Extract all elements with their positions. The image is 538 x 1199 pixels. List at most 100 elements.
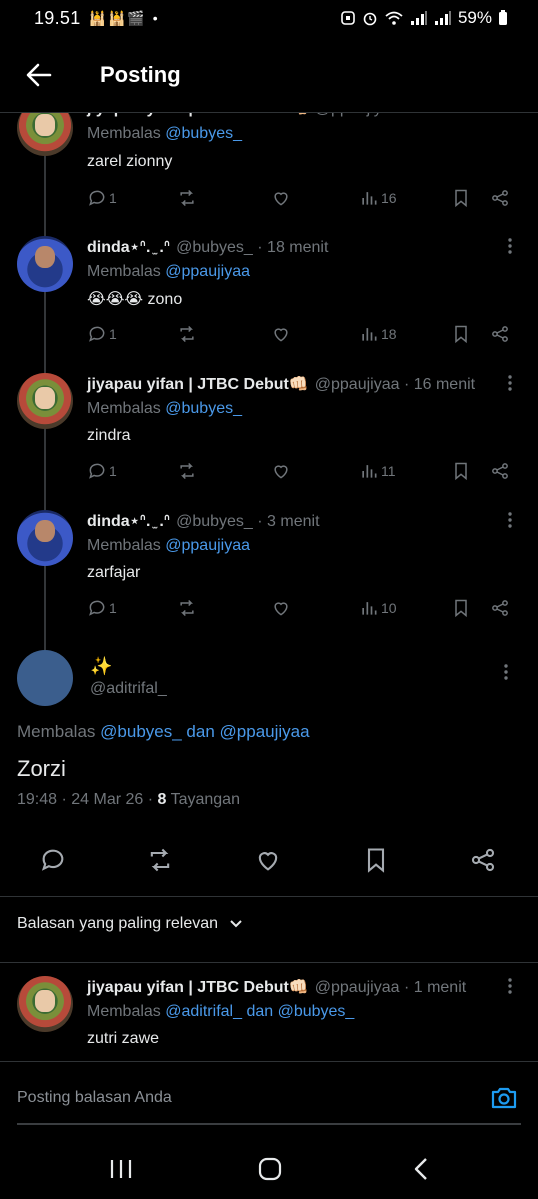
like-icon	[258, 852, 278, 871]
mention-link[interactable]: @bubyes_	[100, 722, 182, 741]
reply-conjunction: dan	[246, 1003, 274, 1020]
bookmark-icon	[455, 462, 467, 481]
reply-prefix: Membalas	[87, 537, 161, 554]
bookmark-button[interactable]	[451, 459, 471, 483]
author-name[interactable]: jiyapau yifan | JTBC Debut👊🏻	[87, 979, 309, 996]
back-button[interactable]	[24, 60, 54, 90]
sort-replies-dropdown[interactable]: Balasan yang paling relevan	[17, 915, 244, 933]
chevron-down-icon	[230, 920, 242, 928]
more-button[interactable]	[504, 512, 516, 531]
post-text: 😭😭😭 zono	[87, 291, 183, 308]
bookmark-button[interactable]	[451, 186, 471, 210]
like-button[interactable]	[271, 459, 291, 483]
author-handle: @bubyes_ · 3 menit	[176, 513, 320, 530]
bookmark-button[interactable]	[362, 846, 392, 876]
reply-conjunction: dan	[186, 722, 215, 741]
author-name[interactable]: jiyapau yifan | JTBC Debut👊🏻	[87, 376, 309, 393]
repost-button[interactable]	[177, 322, 197, 346]
reply-button[interactable]	[39, 846, 69, 876]
views-button[interactable]: 11	[359, 459, 396, 483]
more-button[interactable]	[504, 978, 516, 997]
repost-button[interactable]	[177, 186, 197, 210]
camera-icon	[491, 1087, 517, 1109]
like-icon	[274, 465, 288, 479]
share-button[interactable]	[469, 846, 499, 876]
camera-button[interactable]	[490, 1084, 518, 1112]
reply-button[interactable]: 1	[87, 322, 117, 346]
like-button[interactable]	[271, 186, 291, 210]
post-actions: 1 11	[87, 459, 517, 483]
avatar[interactable]	[17, 976, 73, 1032]
bookmark-button[interactable]	[451, 596, 471, 620]
post-text: zarel zionny	[87, 153, 173, 170]
post-timestamp: 19:48 · 24 Mar 26 ·	[17, 791, 158, 808]
back-nav-button[interactable]	[406, 1154, 436, 1184]
like-button[interactable]	[271, 322, 291, 346]
reply-prefix: Membalas	[87, 1003, 161, 1020]
lock-icon	[341, 11, 355, 25]
more-button[interactable]	[504, 375, 516, 394]
main-avatar[interactable]	[17, 650, 73, 706]
mention-link[interactable]: @ppaujiyaa	[165, 263, 250, 280]
bookmark-button[interactable]	[451, 322, 471, 346]
mention-link[interactable]: @bubyes_	[278, 1003, 355, 1020]
author-name[interactable]: dinda⋆ᐢ. ̫ .ᐢ	[87, 239, 170, 256]
share-icon	[492, 600, 508, 616]
home-button[interactable]	[255, 1154, 285, 1184]
post-author: dinda⋆ᐢ. ̫ .ᐢ @bubyes_ · 3 menit	[87, 511, 320, 531]
reply-prefix: Membalas	[87, 400, 161, 417]
more-icon	[508, 238, 512, 254]
share-button[interactable]	[490, 186, 510, 210]
views-icon	[362, 602, 377, 615]
avatar[interactable]	[17, 373, 73, 429]
reply-button[interactable]: 1	[87, 186, 117, 210]
more-button[interactable]	[504, 238, 516, 257]
share-button[interactable]	[490, 596, 510, 620]
views-button[interactable]: 18	[359, 322, 397, 346]
composer-underline	[17, 1123, 521, 1125]
reply-button[interactable]: 1	[87, 596, 117, 620]
repost-button[interactable]	[177, 596, 197, 620]
share-button[interactable]	[490, 322, 510, 346]
reply-input[interactable]	[17, 1084, 457, 1112]
mention-link[interactable]: @bubyes_	[165, 400, 242, 417]
mention-link[interactable]: @aditrifal_	[165, 1003, 242, 1020]
reply-to: Membalas @bubyes_	[87, 400, 242, 418]
divider	[0, 962, 538, 963]
repost-icon	[180, 599, 194, 617]
reply-count: 1	[109, 326, 117, 342]
main-author-handle[interactable]: @aditrifal_	[90, 680, 167, 698]
reply-prefix: Membalas	[17, 722, 96, 741]
post-text: zarfajar	[87, 564, 141, 581]
like-icon	[274, 602, 288, 616]
views-label: Tayangan	[170, 791, 240, 808]
repost-button[interactable]	[177, 459, 197, 483]
main-author-name[interactable]: ✨	[90, 656, 112, 677]
main-post-text: Zorzi	[17, 756, 66, 781]
like-button[interactable]	[254, 846, 284, 876]
repost-button[interactable]	[146, 846, 176, 876]
post-author: dinda⋆ᐢ. ̫ .ᐢ @bubyes_ · 18 menit	[87, 237, 328, 257]
back-icon	[414, 1158, 427, 1180]
views-count[interactable]: 8	[158, 791, 167, 808]
mention-link[interactable]: @ppaujiyaa	[220, 722, 310, 741]
header-divider	[0, 112, 538, 113]
author-handle: @ppaujiyaa · 1 menit	[314, 979, 467, 996]
divider	[0, 896, 538, 897]
avatar[interactable]	[17, 236, 73, 292]
more-button[interactable]	[504, 664, 508, 685]
recents-button[interactable]	[106, 1154, 136, 1184]
mention-link[interactable]: @ppaujiyaa	[165, 537, 250, 554]
like-button[interactable]	[271, 596, 291, 620]
author-name[interactable]: dinda⋆ᐢ. ̫ .ᐢ	[87, 513, 170, 530]
reply-button[interactable]: 1	[87, 459, 117, 483]
mention-link[interactable]: @bubyes_	[165, 125, 242, 142]
views-button[interactable]: 16	[359, 186, 397, 210]
share-icon	[492, 463, 508, 479]
share-icon	[492, 326, 508, 342]
share-button[interactable]	[490, 459, 510, 483]
avatar[interactable]	[17, 510, 73, 566]
views-button[interactable]: 10	[359, 596, 397, 620]
repost-icon	[150, 848, 170, 872]
post-actions: 1 10	[87, 596, 517, 620]
